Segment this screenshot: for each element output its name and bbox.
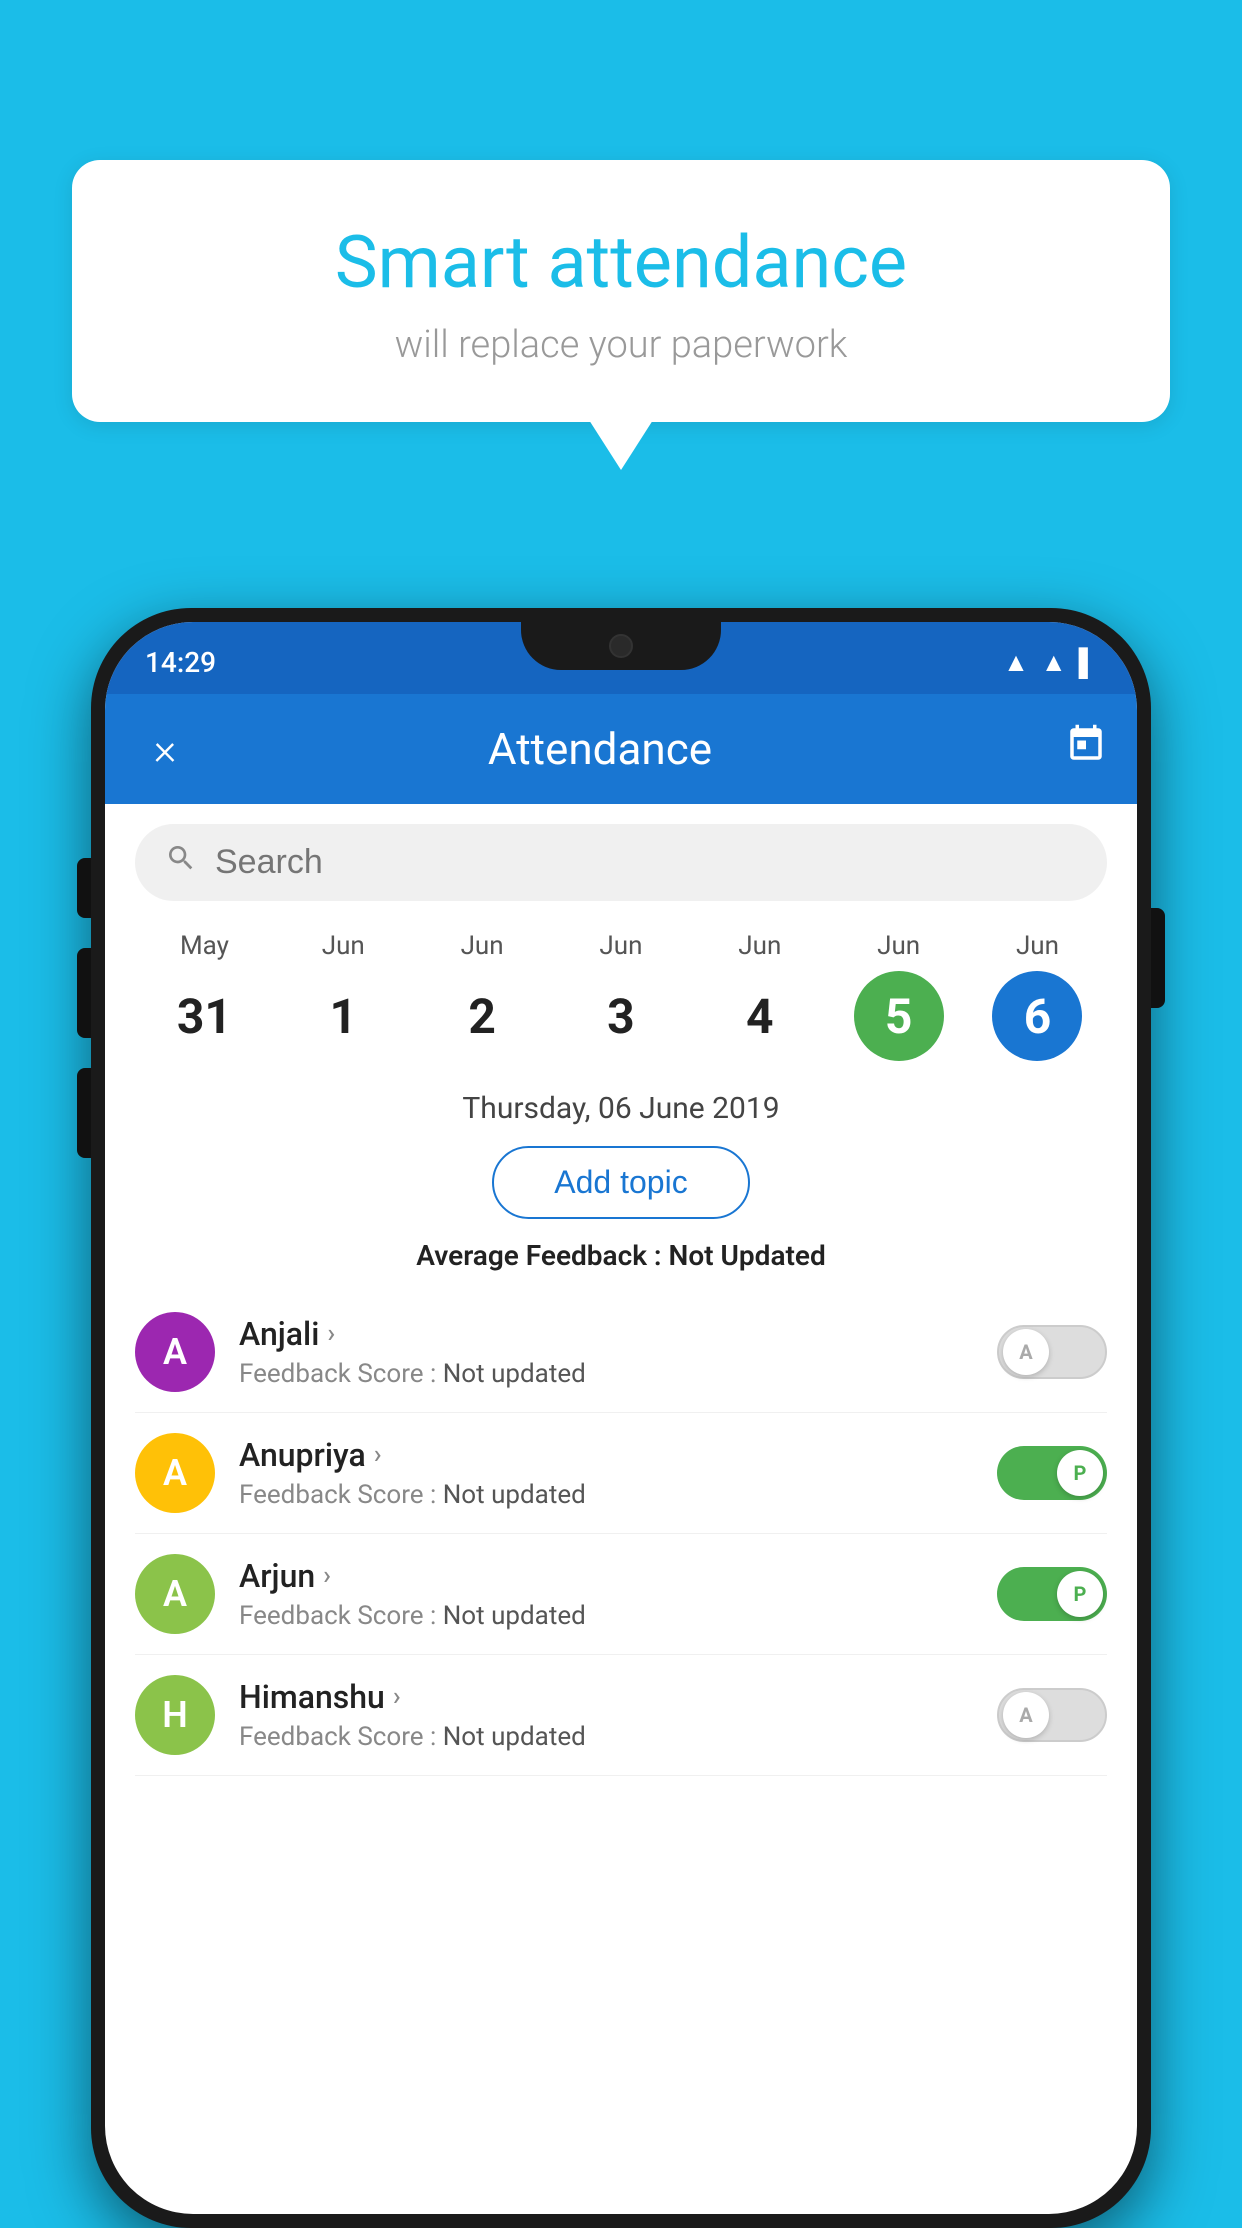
calendar-day[interactable]: Jun 3 <box>576 931 666 1061</box>
student-list: AAnjali ›Feedback Score : Not updatedAAA… <box>105 1292 1137 1776</box>
bubble-subtitle: will replace your paperwork <box>132 323 1110 367</box>
notch <box>521 622 721 670</box>
cal-date-number: 5 <box>854 971 944 1061</box>
phone-device: 14:29 ▲ ▲ ▌ × Attendance <box>91 608 1151 2228</box>
avg-feedback-label: Average Feedback : <box>416 1239 661 1272</box>
cal-month-label: Jun <box>322 931 365 961</box>
attendance-toggle[interactable]: P <box>997 1446 1107 1500</box>
selected-date-display: Thursday, 06 June 2019 <box>105 1081 1137 1146</box>
student-feedback: Feedback Score : Not updated <box>239 1359 973 1389</box>
wifi-icon: ▲ <box>1003 647 1029 678</box>
attendance-toggle[interactable]: P <box>997 1567 1107 1621</box>
attendance-toggle[interactable]: A <box>997 1688 1107 1742</box>
cal-month-label: Jun <box>461 931 504 961</box>
cal-date-number: 4 <box>715 971 805 1061</box>
student-name[interactable]: Himanshu › <box>239 1678 973 1716</box>
cal-date-number: 2 <box>437 971 527 1061</box>
add-topic-button[interactable]: Add topic <box>492 1146 749 1219</box>
calendar-day[interactable]: Jun 6 <box>992 931 1082 1061</box>
calendar-icon[interactable] <box>1065 723 1107 775</box>
cal-month-label: Jun <box>599 931 642 961</box>
app-bar-title: Attendance <box>195 723 1005 775</box>
close-button[interactable]: × <box>135 723 195 775</box>
toggle-switch[interactable]: P <box>997 1567 1107 1621</box>
cal-date-number: 31 <box>159 971 249 1061</box>
cal-month-label: Jun <box>738 931 781 961</box>
avatar: A <box>135 1554 215 1634</box>
silent-button <box>77 1068 91 1158</box>
calendar-day[interactable]: Jun 5 <box>854 931 944 1061</box>
student-feedback: Feedback Score : Not updated <box>239 1480 973 1510</box>
avg-feedback: Average Feedback : Not Updated <box>105 1239 1137 1272</box>
calendar-day[interactable]: Jun 4 <box>715 931 805 1061</box>
avatar: A <box>135 1312 215 1392</box>
search-input[interactable] <box>215 843 1077 882</box>
avg-feedback-value: Not Updated <box>669 1239 826 1272</box>
calendar-strip: May 31 Jun 1 Jun 2 Jun 3 Jun 4 Jun 5 Jun 6 <box>105 921 1137 1081</box>
front-camera <box>609 634 633 658</box>
power-button <box>1151 908 1165 1008</box>
student-info: Himanshu › Feedback Score : Not updated <box>239 1678 973 1752</box>
chevron-right-icon: › <box>393 1682 401 1712</box>
app-bar: × Attendance <box>105 694 1137 804</box>
toggle-thumb: A <box>1003 1692 1049 1738</box>
cal-month-label: Jun <box>877 931 920 961</box>
calendar-day[interactable]: May 31 <box>159 931 249 1061</box>
toggle-thumb: A <box>1003 1329 1049 1375</box>
toggle-thumb: P <box>1057 1571 1103 1617</box>
toggle-switch[interactable]: A <box>997 1325 1107 1379</box>
cal-month-label: May <box>180 931 229 961</box>
avatar: H <box>135 1675 215 1755</box>
volume-down-button <box>77 948 91 1038</box>
attendance-toggle[interactable]: A <box>997 1325 1107 1379</box>
status-icons: ▲ ▲ ▌ <box>1003 647 1097 678</box>
speech-bubble: Smart attendance will replace your paper… <box>72 160 1170 422</box>
student-info: Arjun › Feedback Score : Not updated <box>239 1557 973 1631</box>
student-name[interactable]: Anjali › <box>239 1315 973 1353</box>
student-feedback: Feedback Score : Not updated <box>239 1601 973 1631</box>
cal-date-number: 1 <box>298 971 388 1061</box>
student-item: A Anjali › Feedback Score : Not updated A <box>135 1292 1107 1413</box>
calendar-day[interactable]: Jun 2 <box>437 931 527 1061</box>
battery-icon: ▌ <box>1079 647 1097 678</box>
toggle-switch[interactable]: P <box>997 1446 1107 1500</box>
student-item: A Arjun › Feedback Score : Not updated P <box>135 1534 1107 1655</box>
signal-icon: ▲ <box>1041 647 1067 678</box>
avatar: A <box>135 1433 215 1513</box>
cal-date-number: 3 <box>576 971 666 1061</box>
speech-bubble-container: Smart attendance will replace your paper… <box>72 160 1170 422</box>
cal-month-label: Jun <box>1016 931 1059 961</box>
toggle-switch[interactable]: A <box>997 1688 1107 1742</box>
volume-up-button <box>77 858 91 918</box>
chevron-right-icon: › <box>374 1440 382 1470</box>
status-time: 14:29 <box>145 646 216 679</box>
student-name[interactable]: Arjun › <box>239 1557 973 1595</box>
student-info: Anjali › Feedback Score : Not updated <box>239 1315 973 1389</box>
chevron-right-icon: › <box>323 1561 331 1591</box>
bubble-title: Smart attendance <box>132 220 1110 305</box>
student-item: H Himanshu › Feedback Score : Not updated A <box>135 1655 1107 1776</box>
cal-date-number: 6 <box>992 971 1082 1061</box>
calendar-day[interactable]: Jun 1 <box>298 931 388 1061</box>
phone-screen: 14:29 ▲ ▲ ▌ × Attendance <box>105 622 1137 2214</box>
student-item: A Anupriya › Feedback Score : Not updated P <box>135 1413 1107 1534</box>
chevron-right-icon: › <box>327 1319 335 1349</box>
toggle-thumb: P <box>1057 1450 1103 1496</box>
student-name[interactable]: Anupriya › <box>239 1436 973 1474</box>
student-feedback: Feedback Score : Not updated <box>239 1722 973 1752</box>
search-icon <box>165 842 197 883</box>
search-bar[interactable] <box>135 824 1107 901</box>
student-info: Anupriya › Feedback Score : Not updated <box>239 1436 973 1510</box>
